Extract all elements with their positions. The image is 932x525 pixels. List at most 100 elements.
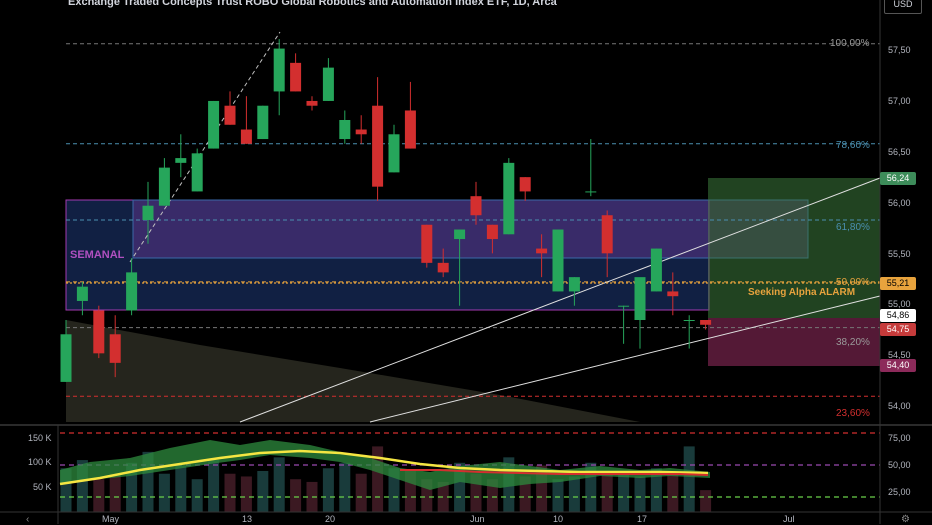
candle[interactable] [339, 110, 351, 144]
candle[interactable] [322, 58, 334, 101]
time-label: Jul [783, 514, 795, 524]
candle[interactable] [372, 77, 384, 201]
candle-body [208, 100, 220, 149]
volume-bar [667, 471, 679, 512]
candle-body [76, 286, 88, 301]
candle[interactable] [552, 229, 564, 292]
volume-tick: 50 K [33, 482, 52, 492]
candle[interactable] [158, 158, 170, 206]
candle[interactable] [585, 139, 597, 197]
candle-body [650, 248, 662, 292]
candle[interactable] [618, 305, 630, 344]
candle[interactable] [240, 96, 252, 144]
candle[interactable] [355, 115, 367, 144]
volume-bar [240, 476, 252, 512]
candle[interactable] [404, 81, 416, 149]
volume-bar [93, 479, 105, 512]
candle-body [683, 320, 695, 321]
time-label: Jun [470, 514, 485, 524]
candle[interactable] [503, 158, 515, 235]
descending-shade [66, 320, 640, 422]
price-tag-alarm[interactable]: 55,21 [880, 277, 916, 290]
fib-label-236: 23,60% [836, 408, 870, 419]
volume-bar [683, 446, 695, 512]
candle-body [700, 320, 712, 325]
candle[interactable] [290, 53, 302, 92]
volume-bar [322, 468, 334, 512]
volume-bar [175, 465, 187, 512]
fib-label-618: 61,80% [836, 222, 870, 233]
price-tag-target[interactable]: 56,24 [880, 172, 916, 185]
candle[interactable] [306, 96, 318, 111]
price-tick: 56,50 [888, 147, 911, 157]
candle-body [158, 167, 170, 206]
volume-bar [618, 473, 630, 512]
fib-label-100: 100,00% [830, 38, 870, 49]
candle[interactable] [257, 105, 269, 140]
price-tag-stop[interactable]: 54,40 [880, 359, 916, 372]
volume-bar [634, 476, 646, 512]
volume-bar [700, 490, 712, 512]
candle[interactable] [650, 248, 662, 292]
candle-body [601, 215, 613, 254]
volume-bar [568, 476, 580, 512]
candle[interactable] [273, 39, 285, 116]
oscillator-pane [0, 424, 932, 512]
volume-bar [601, 471, 613, 512]
candle-body [437, 262, 449, 273]
volume-bar [290, 479, 302, 512]
time-label: May [102, 514, 120, 524]
candle-body [372, 105, 384, 187]
volume-bar [355, 473, 367, 512]
candle-body [109, 334, 121, 363]
price-tick: 55,50 [888, 249, 911, 259]
price-tick: 57,50 [888, 45, 911, 55]
osc-tick: 25,00 [888, 487, 911, 497]
candle-body [257, 105, 269, 140]
scroll-left-icon[interactable]: ‹ [26, 514, 29, 525]
alarm-label[interactable]: Seeking Alpha ALARM [748, 287, 855, 298]
candle[interactable] [634, 277, 646, 349]
candle[interactable] [224, 91, 236, 125]
candle-body [191, 153, 203, 192]
semanal-label[interactable]: SEMANAL [70, 249, 124, 261]
price-tag-current[interactable]: 54,75 [880, 323, 916, 336]
fib-label-786: 78,60% [836, 140, 870, 151]
candle-body [388, 134, 400, 173]
settings-gear-icon[interactable]: ⚙ [901, 514, 910, 525]
candle[interactable] [93, 305, 105, 359]
candle[interactable] [175, 134, 187, 178]
volume-bar [208, 460, 220, 512]
candle-body [60, 334, 72, 382]
candle[interactable] [191, 148, 203, 192]
volume-tick: 150 K [28, 433, 52, 443]
candle-body [486, 224, 498, 240]
candle[interactable] [208, 100, 220, 149]
volume-bar [158, 473, 170, 512]
volume-bar [191, 479, 203, 512]
candle-body [519, 177, 531, 192]
candle-body [454, 229, 466, 240]
candle-body [667, 291, 679, 297]
chart-canvas[interactable] [0, 0, 932, 524]
candle-body [536, 248, 548, 254]
candle-body [175, 158, 187, 163]
candle[interactable] [388, 124, 400, 173]
osc-tick: 75,00 [888, 433, 911, 443]
candle-body [224, 105, 236, 125]
volume-bar [109, 473, 121, 512]
price-tag-last[interactable]: 54,86 [880, 309, 916, 322]
candle-body [273, 48, 285, 92]
candle[interactable] [683, 315, 695, 349]
candle[interactable] [421, 224, 433, 268]
price-tick: 54,00 [888, 401, 911, 411]
candle-body [618, 305, 630, 307]
price-tick: 55,00 [888, 299, 911, 309]
candle-body [568, 277, 580, 292]
candle[interactable] [519, 177, 531, 201]
candle-body [142, 205, 154, 220]
fib-label-382: 38,20% [836, 337, 870, 348]
candle-body [240, 129, 252, 144]
candle-body [322, 67, 334, 101]
candle-body [634, 277, 646, 320]
